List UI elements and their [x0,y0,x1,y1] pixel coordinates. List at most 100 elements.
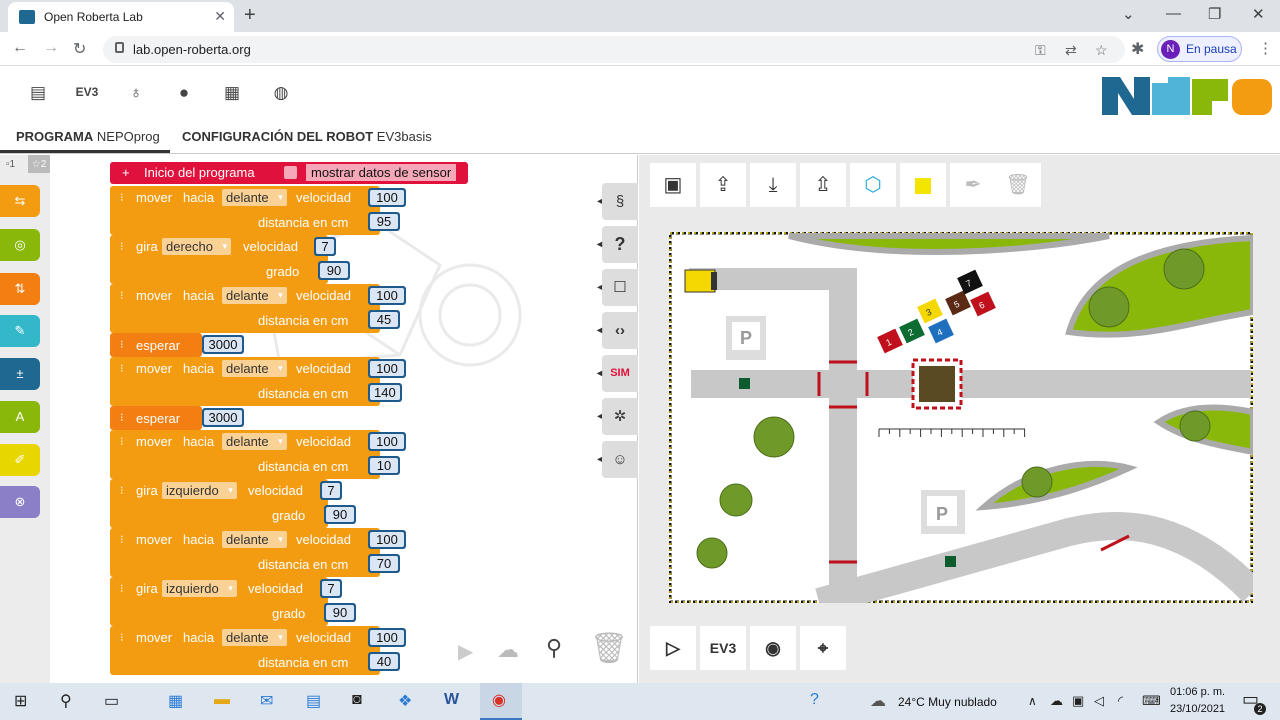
user-icon[interactable]: ● [172,83,196,103]
language-icon[interactable]: ⌨ [1142,693,1161,709]
direction-dropdown[interactable]: delante [222,433,287,450]
move-block[interactable]: ⁝ mover hacia delante velocidad 100 distancia … [110,626,406,675]
mail-icon[interactable]: ✉ [260,691,273,711]
upload-icon[interactable]: ⇪ [700,163,746,207]
direction-dropdown[interactable]: izquierdo [162,482,237,499]
param-input[interactable]: 90 [324,603,356,622]
import-icon[interactable]: ⇫ [800,163,846,207]
extensions-icon[interactable]: ✱ [1131,39,1144,59]
move-block[interactable]: ⁝ mover hacia delante velocidad 100 distancia … [110,186,406,235]
calculator-icon[interactable]: ▤ [306,691,321,711]
source-code-icon[interactable]: ‹› [597,312,638,349]
speed-input[interactable]: 7 [314,237,336,256]
drag-handle-icon[interactable]: ⁝ [120,289,124,302]
comments-icon[interactable]: ☐ [597,269,638,306]
word-icon[interactable]: W [444,691,459,709]
translate-icon[interactable]: ⇄ [1065,42,1077,59]
turn-block[interactable]: ⁝ gira derecho velocidad 7 grado 90 [110,235,350,284]
wait-value-input[interactable]: 3000 [202,335,244,354]
sensor-checkbox[interactable] [284,166,297,179]
feedback-icon[interactable]: ☺ [597,441,638,478]
speed-input[interactable]: 7 [320,481,342,500]
robot-ev3-button[interactable]: EV3 [72,85,102,99]
camera-icon[interactable]: ◙ [352,691,362,709]
cloud-upload-icon[interactable]: ☁ [497,637,519,663]
onedrive-icon[interactable]: ☁ [1050,693,1063,709]
tab-robot-config[interactable]: CONFIGURACIÓN DEL ROBOT EV3basis [182,129,432,144]
code-view-icon[interactable]: § [597,183,638,220]
direction-dropdown[interactable]: delante [222,360,287,377]
wait-block[interactable]: ⁝ esperar 3000 [110,406,244,430]
drag-handle-icon[interactable]: ⁝ [120,484,124,497]
category-sensors-icon[interactable]: ◎ [0,229,40,261]
param-input[interactable]: 45 [368,310,400,329]
simulation-scene[interactable]: P P 12345 67 [669,232,1253,603]
globe-icon[interactable]: ◍ [269,83,293,103]
drag-handle-icon[interactable]: ⁝ [120,411,124,424]
speed-input[interactable]: 100 [368,530,406,549]
speed-input[interactable]: 100 [368,188,406,207]
file-explorer-icon[interactable]: ▬ [214,691,230,709]
bookmark-star-icon[interactable]: ☆ [1095,42,1108,59]
ev3-robot[interactable] [684,269,717,293]
windows-start-icon[interactable]: ⊞ [14,691,27,711]
direction-dropdown[interactable]: delante [222,629,287,646]
blockly-workspace[interactable]: ▫1 ☆2 ⇆ ◎ ⇅ ✎ ± A ✐ ⊗ + Inicio del progr… [0,155,638,683]
debug-bug-icon[interactable]: ✲ [597,398,638,435]
drag-handle-icon[interactable]: ⁝ [120,362,124,375]
play-icon[interactable]: ▷ [650,626,696,670]
wifi-icon[interactable]: ◜ [1118,693,1123,709]
key-icon[interactable]: ⚿ [1035,42,1046,59]
download-icon[interactable]: ⤓ [750,163,796,207]
display-icon[interactable]: ▣ [1072,693,1084,709]
delete-icon[interactable]: 🗑 [995,163,1041,207]
category-action-icon[interactable]: ⇆ [0,185,40,217]
category-control-icon[interactable]: ⇅ [0,273,40,305]
lightbulb-icon[interactable]: ♁ [124,83,148,103]
wait-block[interactable]: ⁝ esperar 3000 [110,333,244,357]
move-block[interactable]: ⁝ mover hacia delante velocidad 100 distancia … [110,528,406,577]
turn-block[interactable]: ⁝ gira izquierdo velocidad 7 grado 90 [110,479,356,528]
drag-handle-icon[interactable]: ⁝ [120,582,124,595]
run-icon[interactable]: ▶ [458,639,473,664]
menu-kebab-icon[interactable]: ⋮ [1258,39,1273,57]
forward-icon[interactable]: → [43,39,59,57]
new-tab-icon[interactable]: + [244,4,256,27]
speed-input[interactable]: 100 [368,359,406,378]
direction-dropdown[interactable]: derecho [162,238,231,255]
category-text-icon[interactable]: A [0,401,40,433]
direction-dropdown[interactable]: delante [222,531,287,548]
url-bar[interactable]: lab.open-roberta.org ⚿ ⇄ ☆ [103,36,1125,63]
browser-tab[interactable]: Open Roberta Lab ✕ [8,2,234,32]
turn-block[interactable]: ⁝ gira izquierdo velocidad 7 grado 90 [110,577,356,626]
help-tray-icon[interactable]: ? [810,691,819,709]
move-block[interactable]: ⁝ mover hacia delante velocidad 100 distancia … [110,284,406,333]
param-input[interactable]: 40 [368,652,400,671]
tab-program[interactable]: PROGRAMA NEPOprog [0,129,170,153]
param-input[interactable]: 90 [318,261,350,280]
drag-handle-icon[interactable]: ⁝ [120,338,124,351]
minimize-icon[interactable]: — [1166,5,1181,22]
task-view-icon[interactable]: ▭ [104,691,119,711]
tray-overflow-icon[interactable]: ∧ [1028,694,1037,708]
gallery-grid-icon[interactable]: ▦ [220,83,244,103]
back-icon[interactable]: ← [12,39,28,57]
category-messages-icon[interactable]: ⊗ [0,486,40,518]
sim-button[interactable]: SIM [597,355,638,392]
location-pin-icon[interactable]: ⌖ [800,626,846,670]
drag-handle-icon[interactable]: ⁝ [120,435,124,448]
document-icon[interactable]: ▤ [26,83,50,103]
sensor-view-icon[interactable]: ◉ [750,626,796,670]
tab-search-icon[interactable]: ⌄ [1122,5,1135,23]
trash-icon[interactable]: 🗑 [590,631,628,666]
direction-dropdown[interactable]: delante [222,287,287,304]
chrome-taskbar-button[interactable]: ◉ [480,683,522,720]
start-program-block[interactable]: + Inicio del programa mostrar datos de s… [110,162,468,184]
color-square-icon[interactable] [900,163,946,207]
drag-handle-icon[interactable]: ⁝ [120,631,124,644]
image-icon[interactable]: ▣ [650,163,696,207]
category-math-icon[interactable]: ± [0,358,40,390]
maximize-icon[interactable]: ❐ [1208,5,1221,23]
ev3-view-button[interactable]: EV3 [700,626,746,670]
drag-handle-icon[interactable]: ⁝ [120,191,124,204]
